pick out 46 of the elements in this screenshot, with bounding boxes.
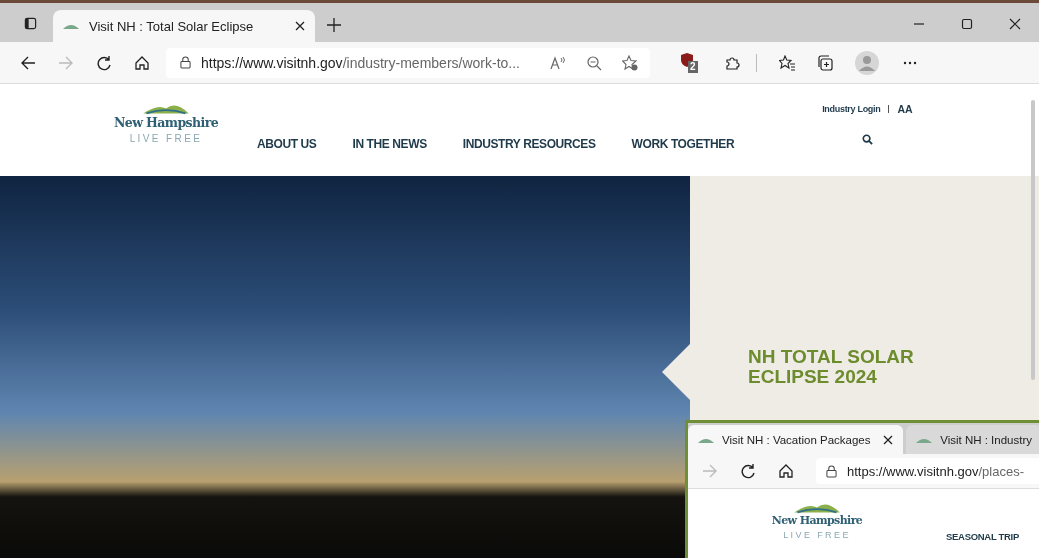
- tab-title: Visit NH : Vacation Packages: [722, 433, 872, 446]
- tab-title: Visit NH : Industry: [940, 433, 1032, 446]
- extension-badge: 2: [688, 60, 698, 73]
- address-bar[interactable]: https://www.visitnh.gov/places-: [816, 458, 1039, 484]
- back-arrow-icon[interactable]: [20, 54, 36, 71]
- nav-link[interactable]: SEASONAL TRIP: [946, 531, 1019, 542]
- home-icon[interactable]: [778, 463, 794, 479]
- industry-login-link[interactable]: Industry Login: [822, 104, 881, 114]
- read-aloud-icon[interactable]: [550, 54, 566, 71]
- collections-icon[interactable]: [817, 54, 833, 71]
- mountain-favicon-icon: [698, 436, 714, 443]
- hero-heading: NH TOTAL SOLAR ECLIPSE 2024: [748, 347, 915, 387]
- browser-tab[interactable]: Visit NH : Total Solar Eclipse: [53, 10, 315, 42]
- refresh-icon[interactable]: [96, 54, 112, 71]
- favorites-icon[interactable]: [779, 54, 795, 71]
- nav-link[interactable]: IN THE NEWS: [352, 137, 427, 151]
- tab-title: Visit NH : Total Solar Eclipse: [89, 18, 255, 34]
- nav-link[interactable]: ABOUT US: [257, 137, 317, 151]
- nav-link[interactable]: INDUSTRY RESOURCES: [462, 137, 596, 151]
- close-icon[interactable]: [1009, 18, 1021, 30]
- browser-tab[interactable]: Visit NH : Industry: [906, 425, 1039, 454]
- new-tab-icon[interactable]: [327, 18, 341, 32]
- puzzle-icon[interactable]: [724, 54, 740, 71]
- home-icon[interactable]: [134, 54, 150, 71]
- close-icon[interactable]: [295, 21, 305, 31]
- site-logo[interactable]: New Hampshire LIVE FREE: [768, 501, 866, 540]
- scrollbar[interactable]: [1031, 100, 1035, 380]
- tab-actions-icon[interactable]: [24, 17, 37, 30]
- browser-tab[interactable]: Visit NH : Vacation Packages: [688, 425, 904, 454]
- mountain-favicon-icon: [63, 23, 79, 29]
- url-text: https://www.visitnh.gov/industry-members/work-to...: [201, 54, 520, 71]
- profile-avatar-icon[interactable]: [855, 50, 879, 75]
- url-text: https://www.visitnh.gov/places-: [847, 463, 1025, 479]
- lock-icon: [826, 464, 837, 478]
- close-icon[interactable]: [883, 434, 894, 445]
- nav-link[interactable]: WORK TOGETHER: [631, 137, 735, 151]
- search-icon[interactable]: [861, 134, 873, 145]
- maximize-icon[interactable]: [961, 18, 973, 30]
- refresh-icon[interactable]: [740, 463, 756, 479]
- more-icon[interactable]: [903, 60, 917, 65]
- text-size-button[interactable]: AA: [897, 103, 913, 115]
- zoom-out-icon[interactable]: [586, 54, 602, 71]
- add-favorite-icon[interactable]: [622, 54, 638, 71]
- lock-icon: [180, 56, 191, 69]
- mountain-favicon-icon: [916, 436, 933, 443]
- address-bar[interactable]: https://www.visitnh.gov/industry-members/work-to...: [166, 47, 650, 78]
